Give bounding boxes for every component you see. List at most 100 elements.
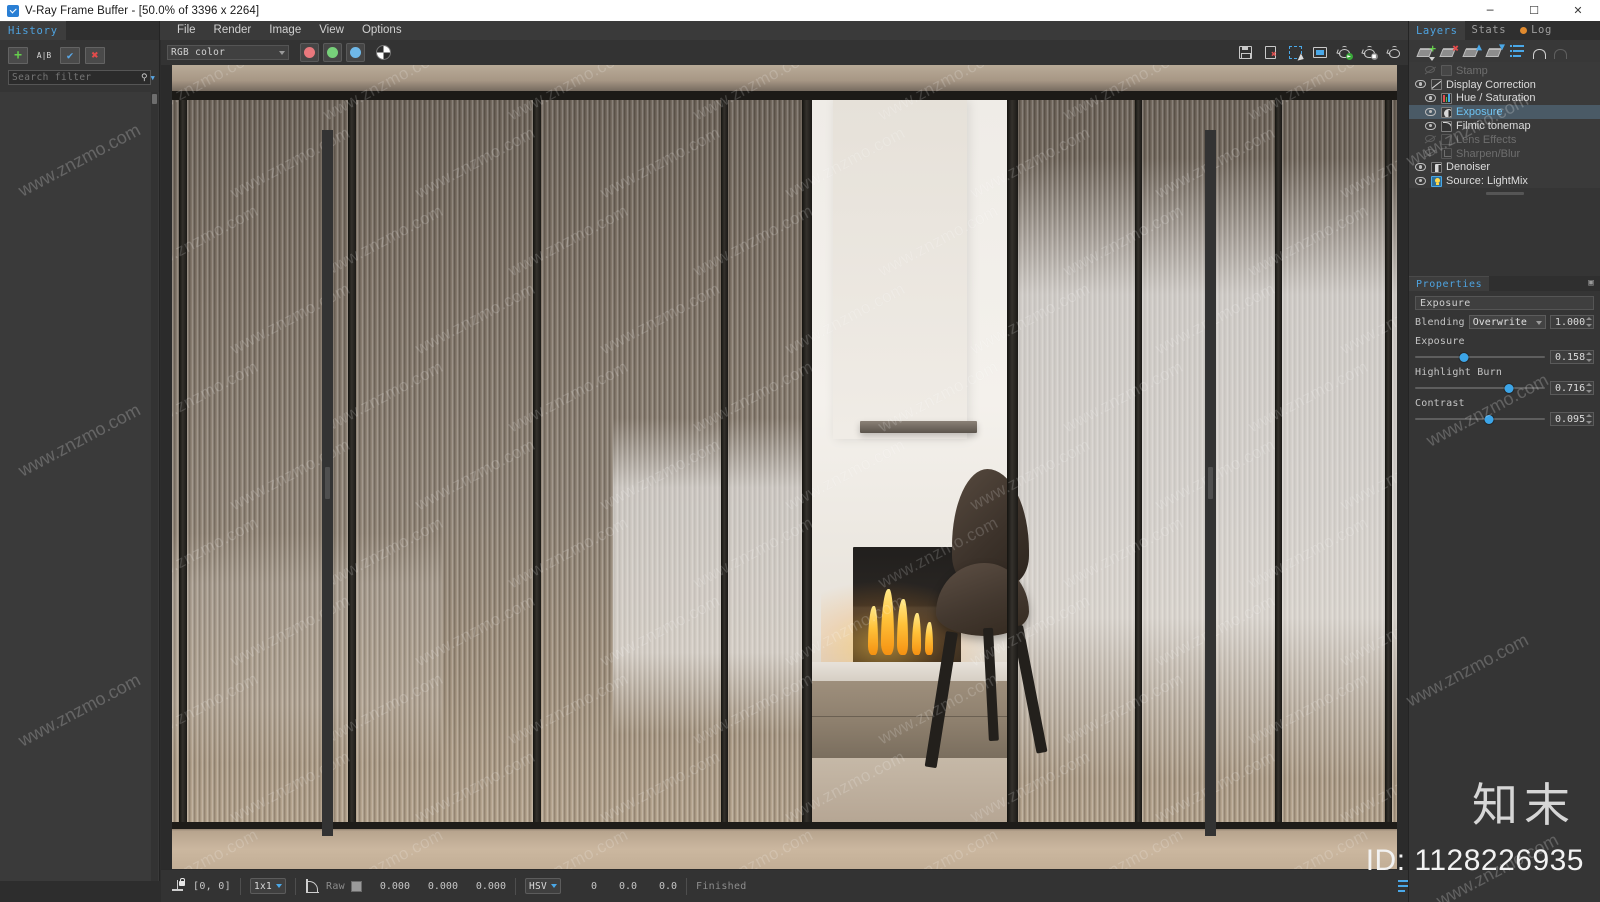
blending-select[interactable]: Overwrite [1468,315,1546,329]
visibility-toggle-icon[interactable] [1424,134,1437,145]
close-button[interactable]: ✕ [1556,0,1600,21]
slider-row: 0.095 [1415,412,1594,426]
search-input[interactable] [12,72,138,83]
monochrome-button[interactable] [376,45,391,60]
history-list[interactable] [0,92,159,881]
tab-log[interactable]: Log [1513,21,1559,40]
load-layers-icon[interactable]: ▲ [1462,42,1482,59]
save-all-channels-icon[interactable]: ✖ [1261,44,1279,62]
menu-view[interactable]: View [310,21,353,40]
curve-icon[interactable] [305,879,319,893]
visibility-toggle-icon[interactable] [1424,93,1437,104]
watermark-logo: 知末 [1472,778,1576,832]
dock-icon[interactable]: ▣ [1586,278,1596,288]
search-filter-box[interactable]: ⚲ ▼ [8,70,155,85]
menu-file[interactable]: File [168,21,205,40]
slider-label: Highlight Burn [1415,367,1503,378]
lens-effects-icon [1441,134,1452,146]
layer-row-exposure[interactable]: Exposure [1409,105,1600,120]
show-frame-icon[interactable] [1311,44,1329,62]
right-panel-splitter[interactable] [1409,188,1600,199]
history-tab-row: History [0,21,159,40]
add-layer-icon[interactable]: + [1416,43,1436,61]
history-scrollbar[interactable] [151,92,158,881]
layers-list[interactable]: Stamp Display Correction Hue / Saturation E… [1409,62,1600,189]
color-mode-select[interactable]: HSV [524,878,562,894]
scene-chimney [833,100,967,440]
menu-options[interactable]: Options [353,21,411,40]
minimize-button[interactable]: ─ [1468,0,1512,21]
save-layers-icon[interactable]: ▼ [1485,42,1505,59]
render-last-icon[interactable]: ► [1335,44,1354,62]
visibility-toggle-icon[interactable] [1414,162,1427,173]
visibility-toggle-icon[interactable] [1424,107,1437,118]
slider-knob[interactable] [1459,352,1469,362]
property-sliders: Exposure 0.158 Highlight Burn 0.716 Contrast… [1415,336,1594,426]
vfb-window: V-Ray Frame Buffer - [50.0% of 3396 x 22… [0,0,1600,902]
tab-stats[interactable]: Stats [1464,21,1514,40]
visibility-toggle-icon[interactable] [1424,65,1437,76]
slider-value-input[interactable]: 0.095 [1550,412,1594,426]
history-save-icon[interactable]: + [8,46,28,64]
render-status: Finished [696,880,747,892]
slider-knob[interactable] [1484,414,1494,424]
slider-knob[interactable] [1504,383,1514,393]
visibility-toggle-icon[interactable] [1424,121,1437,132]
visibility-toggle-icon[interactable] [1414,79,1427,90]
region-render-icon[interactable] [1286,44,1305,63]
layer-row-source-lightmix[interactable]: Source: LightMix [1409,174,1600,188]
delete-layer-icon[interactable]: ✖ [1439,43,1459,59]
layer-row-hue-saturation[interactable]: Hue / Saturation [1409,92,1600,106]
scene-shelf [860,421,977,433]
channel-select[interactable]: RGB color [167,45,289,60]
exposure-icon [1441,106,1452,118]
scene-glass-highlight [172,533,442,765]
layer-menu-icon[interactable] [1510,44,1525,58]
layer-row-filmic-tonemap[interactable]: Filmic tonemap [1409,119,1600,133]
vray-icon [7,4,19,17]
slider-value-input[interactable]: 0.158 [1550,350,1594,364]
pixel-lock-icon[interactable] [172,878,186,893]
blending-amount-input[interactable]: 1.000 [1550,315,1594,329]
viewport-left-splitter[interactable] [322,130,333,836]
history-delete-icon[interactable]: ✖ [85,46,105,64]
blue-channel-button[interactable] [346,43,365,62]
layer-row-sharpen-blur[interactable]: Sharpen/Blur [1409,147,1600,161]
layer-label: Stamp [1456,64,1488,77]
scene-hearth [809,661,1012,683]
slider-exposure[interactable] [1415,350,1545,364]
layer-row-display-correction[interactable]: Display Correction [1409,78,1600,92]
slider-highlight-burn[interactable] [1415,381,1545,395]
tab-properties[interactable]: Properties [1409,276,1490,291]
layer-label: Exposure [1456,106,1503,119]
slider-value: 0.095 [1555,413,1586,425]
search-icon: ⚲ [141,72,148,83]
history-select-icon[interactable]: ✔ [60,46,80,64]
menu-render[interactable]: Render [205,21,261,40]
stop-render-icon[interactable]: ■ [1360,44,1379,62]
visibility-toggle-icon[interactable] [1414,176,1427,187]
sample-size-select[interactable]: 1x1 [249,878,286,894]
undo-icon[interactable] [1531,45,1546,59]
green-channel-button[interactable] [323,43,342,62]
chevron-down-icon[interactable]: ▼ [151,74,155,82]
slider-contrast[interactable] [1415,412,1545,426]
tab-layers[interactable]: Layers [1409,21,1465,40]
viewport-right-splitter[interactable] [1205,130,1216,836]
history-compare-ab-icon[interactable]: A|B [33,47,55,64]
window-controls: ─ ☐ ✕ [1468,0,1600,21]
render-region-icon[interactable] [1385,44,1404,62]
slider-value-input[interactable]: 0.716 [1550,381,1594,395]
red-channel-button[interactable] [300,43,319,62]
maximize-button[interactable]: ☐ [1512,0,1556,21]
property-layer-name: Exposure [1415,296,1594,310]
visibility-toggle-icon[interactable] [1424,148,1437,159]
layer-row-lens-effects[interactable]: Lens Effects [1409,133,1600,147]
menu-image[interactable]: Image [260,21,310,40]
tab-history[interactable]: History [0,21,66,40]
slider-row: 0.716 [1415,381,1594,395]
layer-row-denoiser[interactable]: Denoiser [1409,161,1600,175]
save-image-icon[interactable] [1236,44,1254,62]
layer-row-stamp[interactable]: Stamp [1409,64,1600,78]
image-viewport[interactable]: www.znzmo.comwww.znzmo.comwww.znzmo.comw… [161,65,1408,869]
